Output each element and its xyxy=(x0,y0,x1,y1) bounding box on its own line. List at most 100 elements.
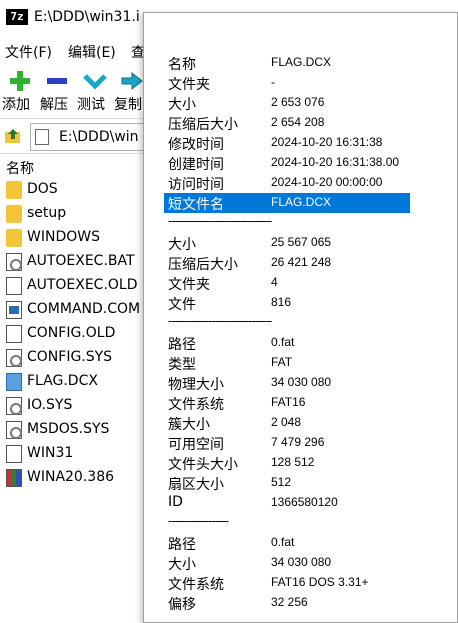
property-row: 文件夹 - xyxy=(164,73,414,93)
menu-file[interactable]: 文件(F) xyxy=(5,42,52,62)
settings-file-icon xyxy=(6,397,22,415)
list-item[interactable]: AUTOEXEC.OLD xyxy=(0,274,160,298)
list-item[interactable]: CONFIG.OLD xyxy=(0,322,160,346)
property-key: 创建时间 xyxy=(168,157,224,173)
property-row: 路径 0.fat xyxy=(164,333,414,353)
list-item[interactable]: CONFIG.SYS xyxy=(0,346,160,370)
settings-file-icon xyxy=(6,253,22,271)
property-value: 512 xyxy=(271,475,292,489)
column-header-name[interactable]: 名称 xyxy=(6,158,34,178)
property-value: 816 xyxy=(271,295,292,309)
window-title: E:\DDD\win31.i xyxy=(34,9,140,25)
list-item[interactable]: WIN31 xyxy=(0,442,160,466)
image-file-icon xyxy=(6,373,22,391)
list-item[interactable]: DOS xyxy=(0,178,160,202)
property-value: 2024-10-20 16:31:38 xyxy=(271,135,383,149)
property-key: 文件系统 xyxy=(168,397,224,413)
add-label: 添加 xyxy=(2,97,30,113)
property-value: 34 030 080 xyxy=(271,375,332,389)
property-value: - xyxy=(271,75,275,89)
property-row: 压缩后大小 26 421 248 xyxy=(164,253,414,273)
list-item[interactable]: COMMAND.COM xyxy=(0,298,160,322)
property-value: 0.fat xyxy=(271,335,295,349)
file-name: AUTOEXEC.BAT xyxy=(27,253,135,269)
settings-file-icon xyxy=(6,421,22,439)
settings-file-icon xyxy=(6,349,22,367)
property-row: 大小 2 653 076 xyxy=(164,93,414,113)
property-key: 短文件名 xyxy=(168,197,224,213)
file-name: CONFIG.SYS xyxy=(27,349,113,365)
path-input[interactable]: E:\DDD\win xyxy=(30,123,160,151)
list-item[interactable]: AUTOEXEC.BAT xyxy=(0,250,160,274)
property-value: FAT16 xyxy=(271,395,306,409)
file-name: setup xyxy=(27,205,67,221)
address-bar: E:\DDD\win xyxy=(0,118,160,154)
file-name: DOS xyxy=(27,181,58,197)
property-key: 名称 xyxy=(168,57,196,73)
property-row: 访问时间 2024-10-20 00:00:00 xyxy=(164,173,414,193)
property-row: 文件系统 FAT16 DOS 3.31+ xyxy=(164,573,414,593)
file-name: AUTOEXEC.OLD xyxy=(27,277,138,293)
property-value: 2 654 208 xyxy=(271,115,325,129)
property-row: 偏移 32 256 xyxy=(164,593,414,613)
property-value: 4 xyxy=(271,275,278,289)
properties-popup: 名称 FLAG.DCX 文件夹 - 大小 2 653 076 压缩后大小 2 654 2… xyxy=(143,12,458,623)
extract-label: 解压 xyxy=(40,97,68,113)
property-key: 文件系统 xyxy=(168,577,224,593)
add-button[interactable]: 添加 xyxy=(0,66,40,116)
up-folder-icon[interactable] xyxy=(4,127,22,145)
application-file-icon xyxy=(6,301,22,319)
property-key: 路径 xyxy=(168,337,196,353)
separator: ------------------ xyxy=(168,514,229,528)
folder-icon xyxy=(6,205,22,223)
property-key: 可用空间 xyxy=(168,437,224,453)
file-name: WINA20.386 xyxy=(27,469,115,485)
list-item[interactable]: WINDOWS xyxy=(0,226,160,250)
file-name: CONFIG.OLD xyxy=(27,325,116,341)
list-item[interactable]: FLAG.DCX xyxy=(0,370,160,394)
property-row: 大小 34 030 080 xyxy=(164,553,414,573)
property-row: 文件头大小 128 512 xyxy=(164,453,414,473)
7zip-app-icon: 7z xyxy=(6,9,28,25)
test-label: 测试 xyxy=(77,97,105,113)
archive-file-icon xyxy=(6,469,22,487)
property-value: 2024-10-20 16:31:38.00 xyxy=(271,155,400,169)
list-item[interactable]: setup xyxy=(0,202,160,226)
property-key: 大小 xyxy=(168,557,196,573)
property-row: 路径 0.fat xyxy=(164,533,414,553)
path-text: E:\DDD\win xyxy=(59,129,139,145)
property-key: 文件夹 xyxy=(168,277,210,293)
file-icon xyxy=(6,277,22,295)
property-value: 2 048 xyxy=(271,415,302,429)
property-value: 2024-10-20 00:00:00 xyxy=(271,175,383,189)
file-name: IO.SYS xyxy=(27,397,73,413)
property-key: 文件头大小 xyxy=(168,457,238,473)
property-key: 文件 xyxy=(168,297,196,313)
test-button[interactable]: 测试 xyxy=(75,66,115,116)
property-key: 路径 xyxy=(168,537,196,553)
file-list: 名称 DOS setup WINDOWS AUTOEXEC.BAT AUTOEX… xyxy=(0,154,160,623)
property-value: 26 421 248 xyxy=(271,255,332,269)
list-item[interactable]: MSDOS.SYS xyxy=(0,418,160,442)
file-icon xyxy=(6,325,22,343)
list-item[interactable]: IO.SYS xyxy=(0,394,160,418)
list-item[interactable]: WINA20.386 xyxy=(0,466,160,490)
folder-icon xyxy=(6,181,22,199)
extract-button[interactable]: 解压 xyxy=(37,66,77,116)
property-key: 物理大小 xyxy=(168,377,224,393)
property-row: 大小 25 567 065 xyxy=(164,233,414,253)
property-key: 簇大小 xyxy=(168,417,210,433)
file-name: COMMAND.COM xyxy=(27,301,141,317)
property-value: 2 653 076 xyxy=(271,95,325,109)
property-row: 修改时间 2024-10-20 16:31:38 xyxy=(164,133,414,153)
property-key: ID xyxy=(168,494,183,510)
property-row-selected[interactable]: 短文件名 FLAG.DCX xyxy=(164,193,410,213)
file-name: MSDOS.SYS xyxy=(27,421,110,437)
folder-icon xyxy=(6,229,22,247)
property-value: 34 030 080 xyxy=(271,555,332,569)
property-value: 25 567 065 xyxy=(271,235,332,249)
menu-edit[interactable]: 编辑(E) xyxy=(68,42,116,62)
property-row: 可用空间 7 479 296 xyxy=(164,433,414,453)
property-key: 大小 xyxy=(168,97,196,113)
test-icon xyxy=(83,74,107,90)
